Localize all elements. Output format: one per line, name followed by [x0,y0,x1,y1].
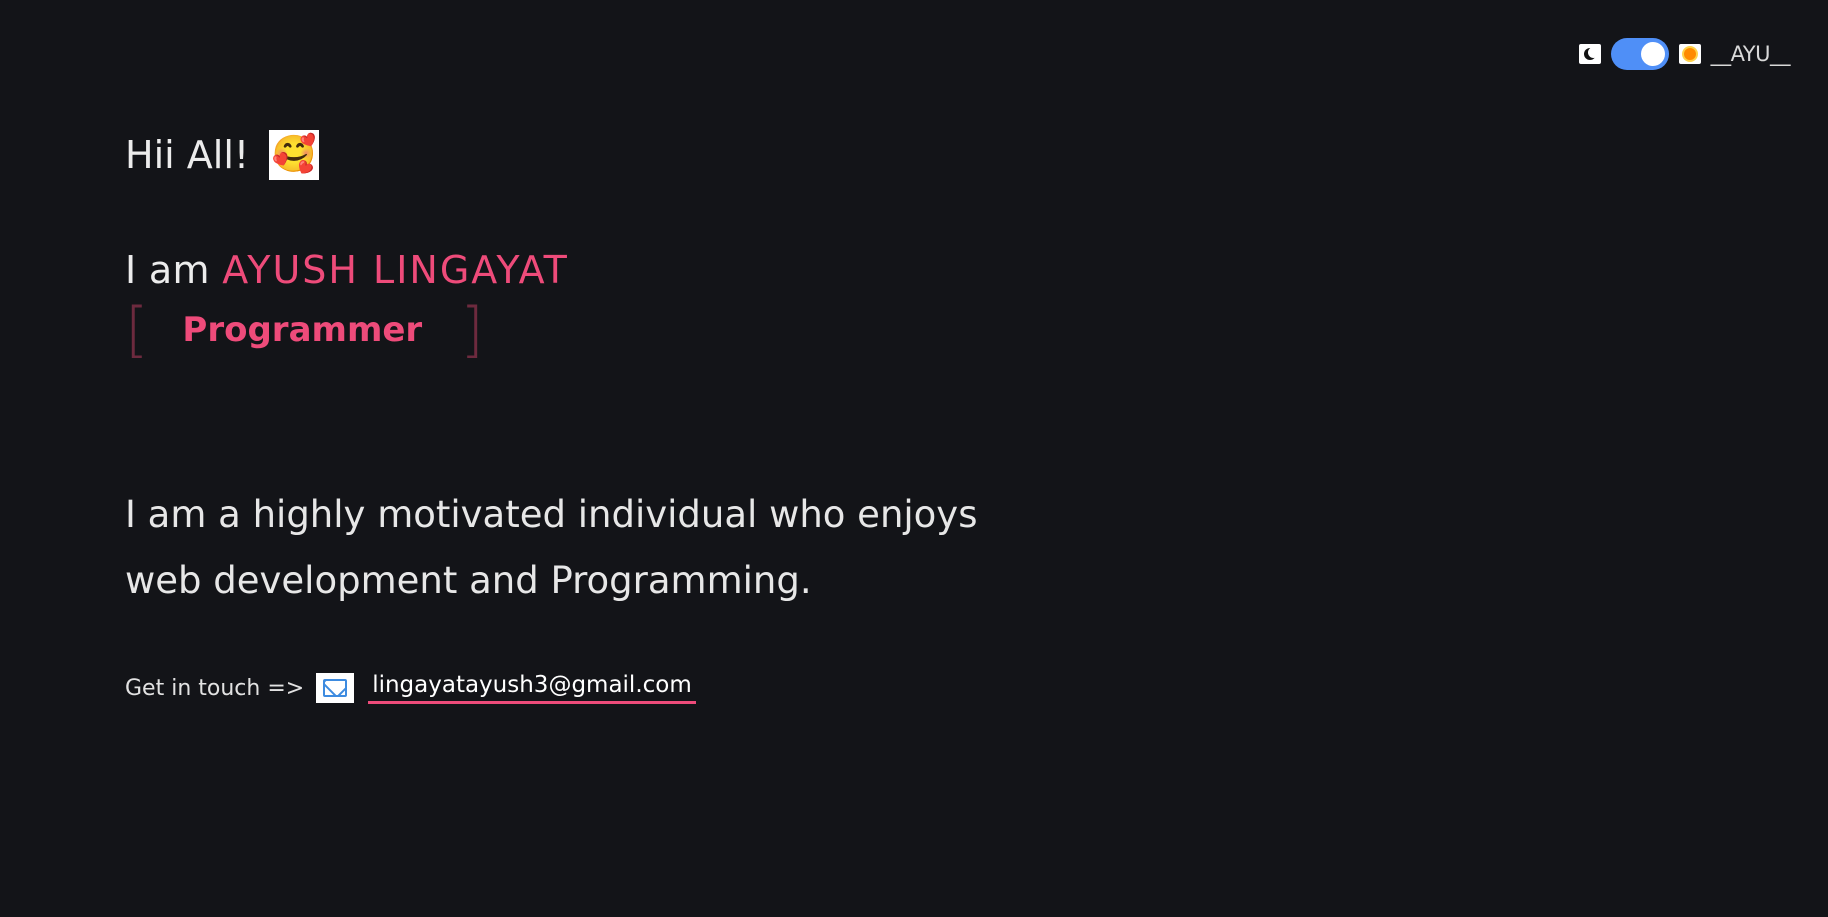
bracket-open: [ [125,295,149,365]
bio-paragraph: I am a highly motivated individual who e… [125,493,978,602]
intro-line: I am AYUSH LINGAYAT [125,248,1325,292]
envelope-icon [316,673,355,703]
brand-logo[interactable]: __AYU__ [1711,42,1791,66]
intro-prefix: I am [125,248,210,292]
role-text: Programmer [182,310,423,350]
email-link[interactable]: lingayatayush3@gmail.com [368,672,696,704]
theme-toggle-bar: __AYU__ [1578,38,1791,70]
hero-section: Hii All! 🥰 I am AYUSH LINGAYAT [ Program… [125,120,1325,704]
bracket-close: ] [460,295,484,365]
toggle-knob [1640,42,1665,66]
smiling-face-hearts-icon: 🥰 [269,130,320,180]
greeting-text: Hii All! [125,133,250,177]
portfolio-page: __AYU__ Hii All! 🥰 I am AYUSH LINGAYAT [… [0,0,1828,917]
role-typewriter: [ Programmer ] [125,296,1325,364]
sun-icon [1678,44,1701,64]
theme-toggle[interactable] [1610,38,1669,70]
contact-row: Get in touch => lingayatayush3@gmail.com [125,672,1325,704]
greeting: Hii All! 🥰 [125,120,1325,190]
contact-label: Get in touch => [125,675,305,701]
moon-icon [1578,44,1601,64]
author-name: AYUSH LINGAYAT [222,248,569,292]
